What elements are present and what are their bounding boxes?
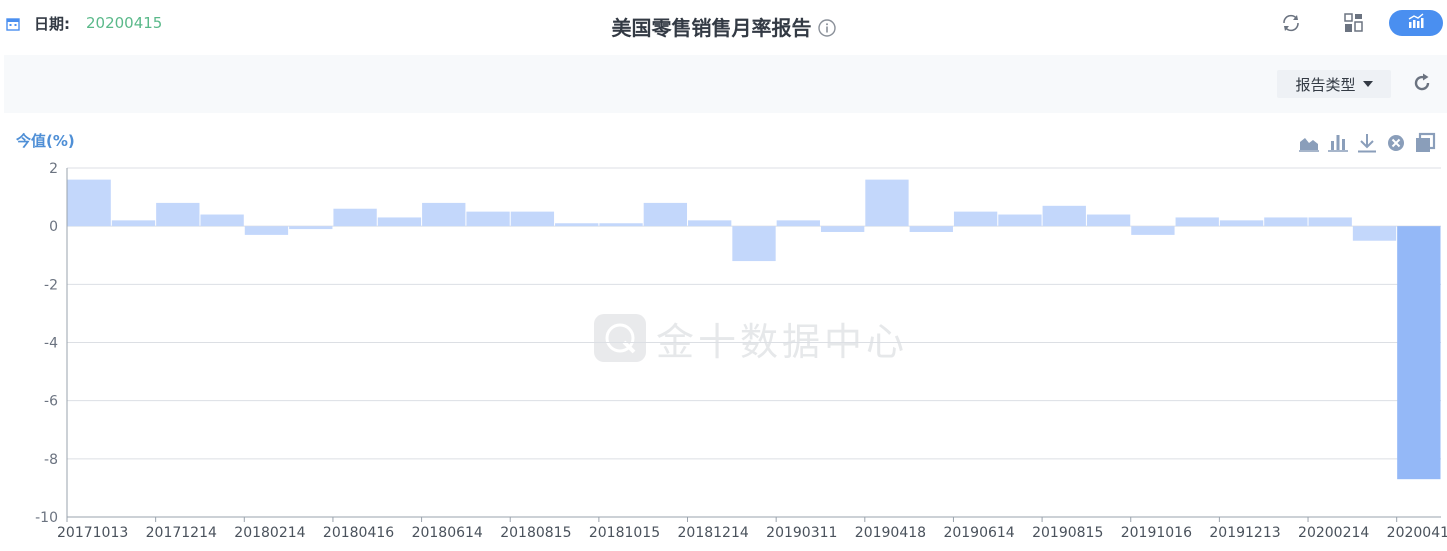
x-tick-label: 20191016 <box>1121 525 1192 541</box>
bar[interactable] <box>599 223 643 227</box>
bar[interactable] <box>1308 217 1352 227</box>
x-tick-label: 20190614 <box>943 525 1014 541</box>
bar[interactable] <box>111 220 156 227</box>
x-tick-label: 20180815 <box>500 525 571 541</box>
bar[interactable] <box>820 226 865 232</box>
bar[interactable] <box>244 226 289 235</box>
bar[interactable] <box>289 226 333 230</box>
x-tick-label: 20180614 <box>412 525 483 541</box>
bar[interactable] <box>67 179 111 227</box>
x-tick-label: 20200415 <box>1387 525 1447 541</box>
bar[interactable] <box>643 202 688 227</box>
x-tick-label: 20180214 <box>234 525 305 541</box>
x-tick-label: 20190815 <box>1032 525 1103 541</box>
y-tick-label: -6 <box>44 394 58 410</box>
bar[interactable] <box>732 226 776 262</box>
bar[interactable] <box>1219 220 1264 227</box>
y-tick-label: 2 <box>49 161 58 177</box>
bar[interactable] <box>1397 226 1441 480</box>
y-tick-label: -10 <box>35 510 58 526</box>
x-tick-label: 20191213 <box>1209 525 1280 541</box>
bar[interactable] <box>555 223 599 227</box>
x-tick-label: 20181015 <box>589 525 660 541</box>
bar[interactable] <box>998 214 1042 227</box>
y-tick-label: -4 <box>44 336 58 352</box>
bar[interactable] <box>688 220 732 227</box>
bar[interactable] <box>1175 217 1219 227</box>
bar[interactable] <box>1131 226 1175 235</box>
bar-chart: 2 0 -2 -4 -6 -8 -1020171013 20171214 20180214 201… <box>35 161 1447 541</box>
y-tick-label: -2 <box>44 277 58 293</box>
x-tick-label: 20190311 <box>766 525 837 541</box>
x-tick-label: 20190418 <box>855 525 926 541</box>
y-tick-label: -8 <box>44 452 58 468</box>
bar[interactable] <box>776 220 820 227</box>
bar[interactable] <box>200 214 244 227</box>
x-tick-label: 20200214 <box>1298 525 1369 541</box>
bar[interactable] <box>377 217 422 227</box>
x-tick-label: 20171214 <box>146 525 217 541</box>
x-tick-label: 20180416 <box>323 525 394 541</box>
bar[interactable] <box>1042 205 1086 227</box>
x-tick-label: 20171013 <box>57 525 128 541</box>
bar[interactable] <box>510 211 555 227</box>
bar[interactable] <box>1352 226 1397 241</box>
bar[interactable] <box>422 202 466 227</box>
bar[interactable] <box>865 179 909 227</box>
bar[interactable] <box>953 211 998 227</box>
bar[interactable] <box>909 226 953 232</box>
bar[interactable] <box>333 208 377 227</box>
x-tick-label: 20181214 <box>678 525 749 541</box>
bar[interactable] <box>1264 217 1308 227</box>
bar[interactable] <box>156 202 200 227</box>
bar[interactable] <box>466 211 510 227</box>
y-tick-label: 0 <box>49 219 58 235</box>
bar[interactable] <box>1086 214 1131 227</box>
